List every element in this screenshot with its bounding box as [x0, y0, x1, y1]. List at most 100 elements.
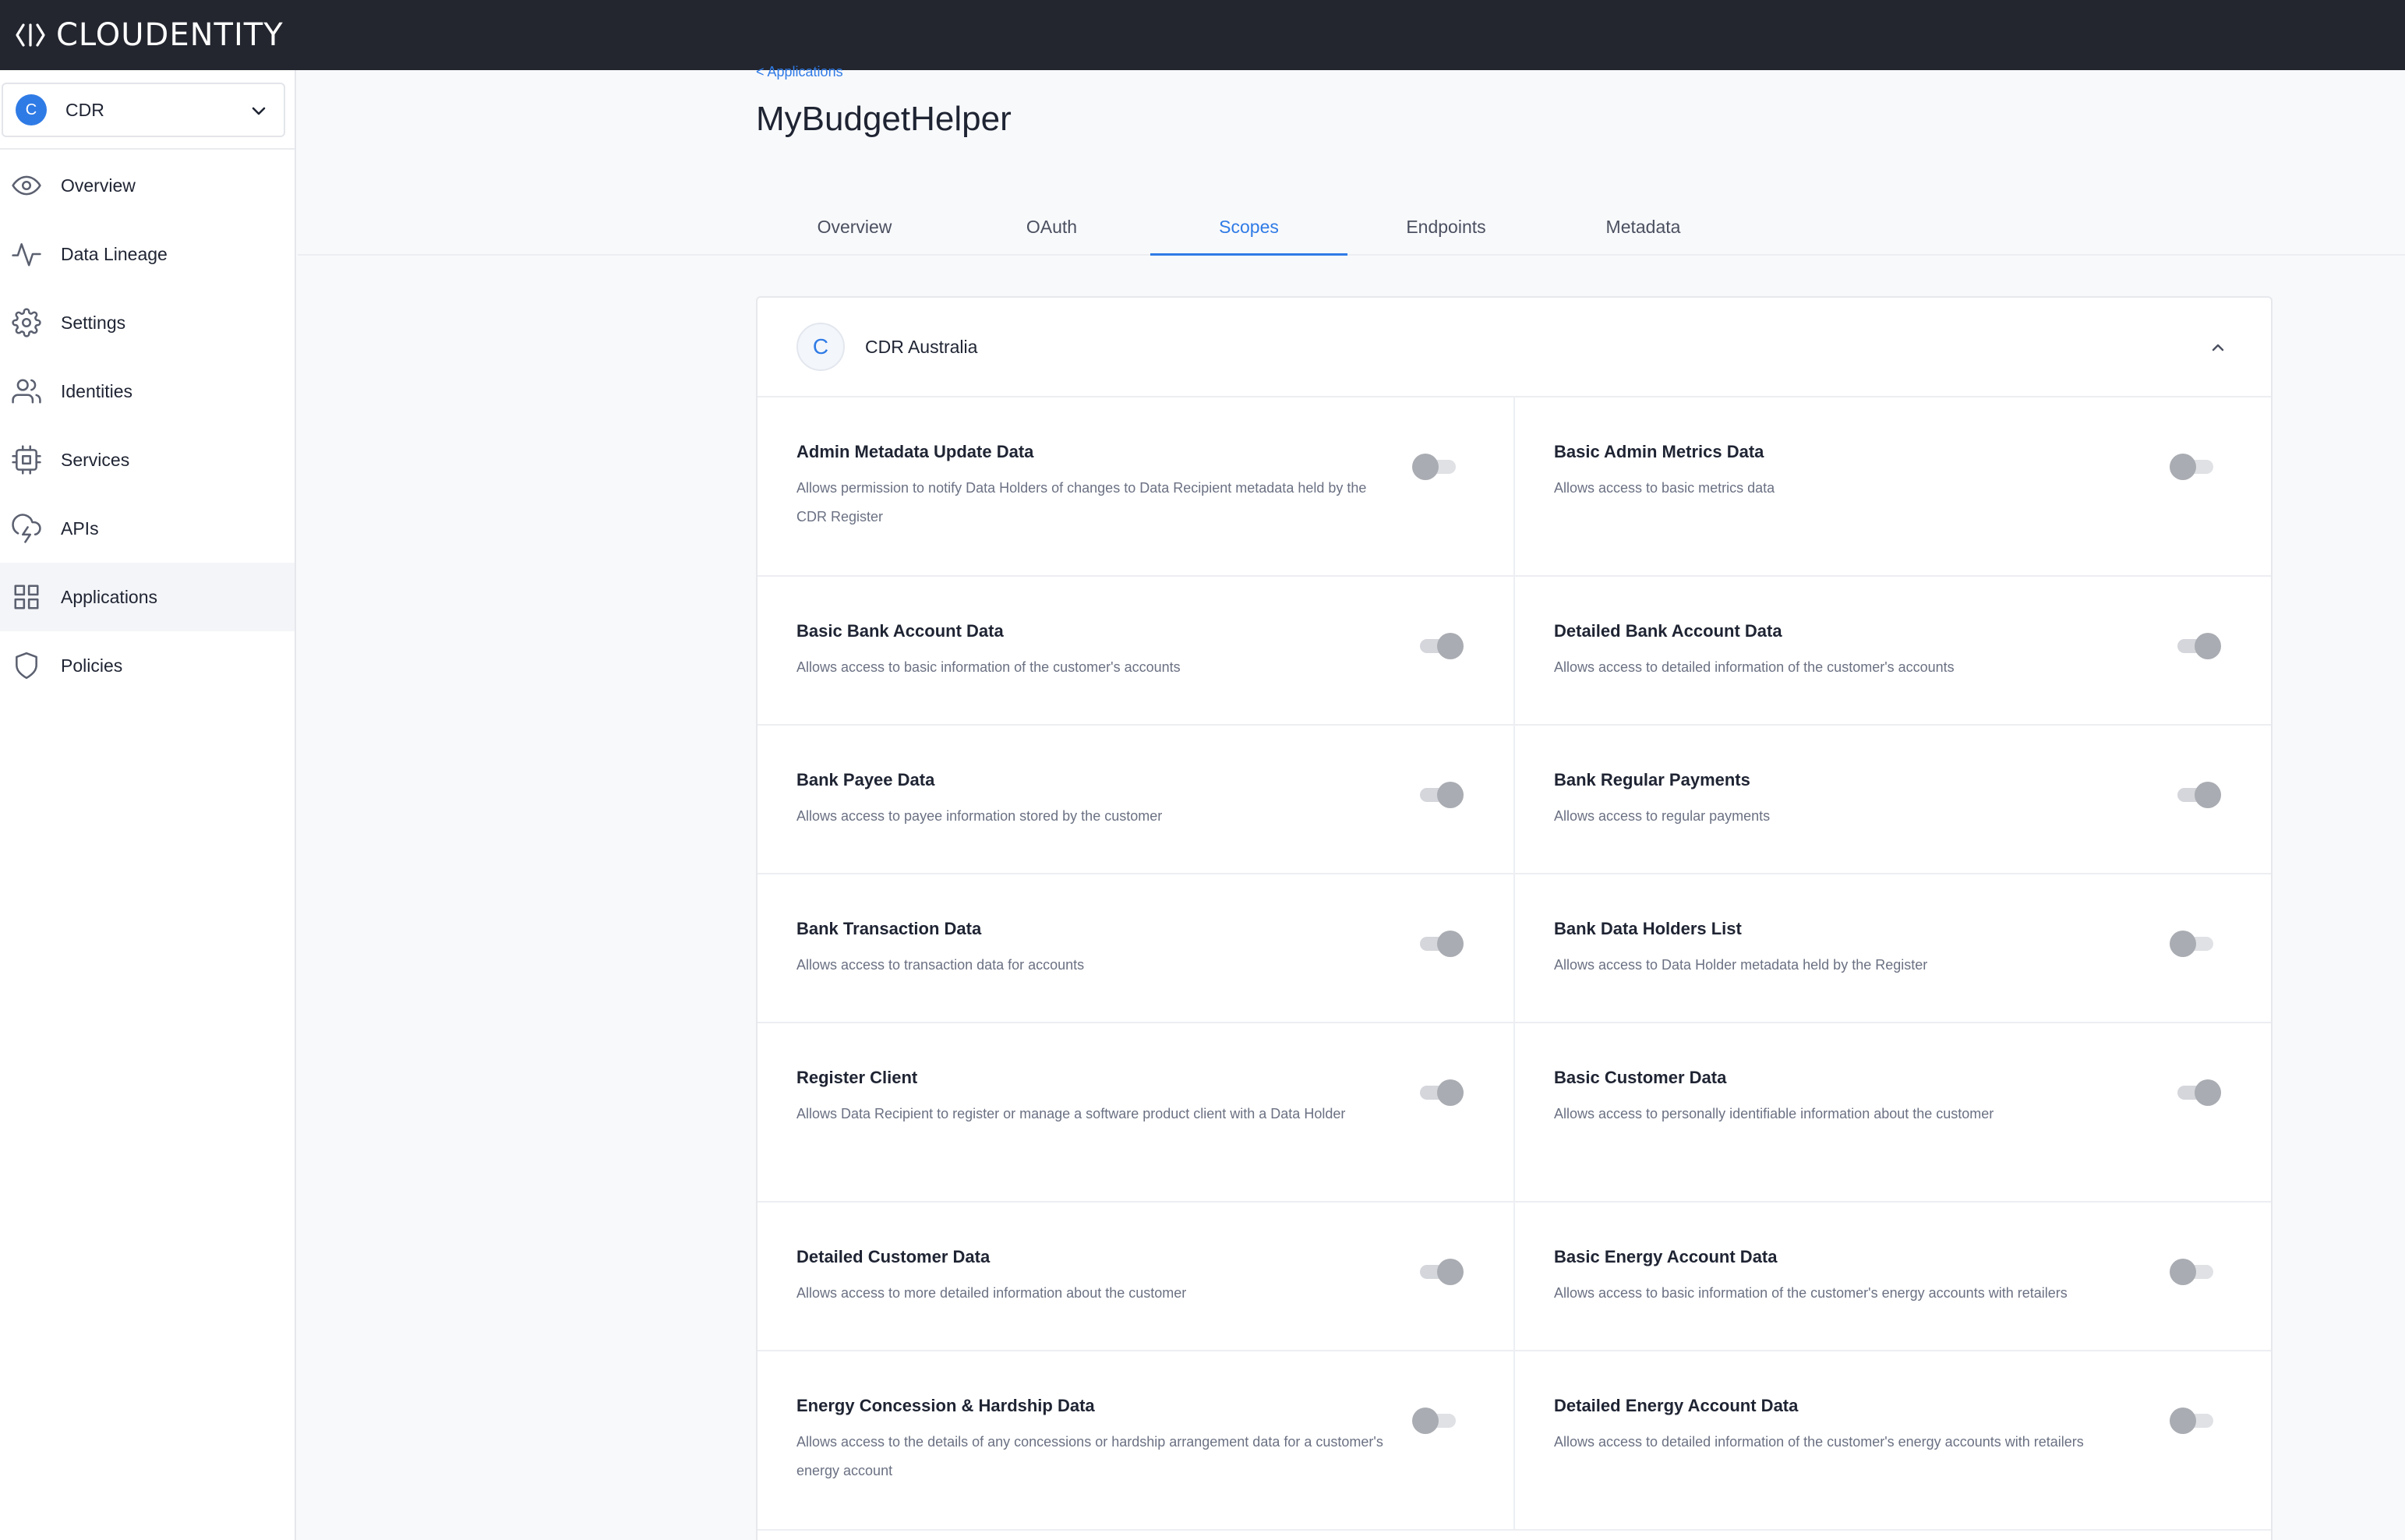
scope-toggle[interactable]: [2174, 1076, 2221, 1107]
scope-toggle[interactable]: [1412, 450, 1459, 482]
scope-name: Bank Payee Data: [796, 770, 935, 789]
scope-description: Allows access to regular payments: [1554, 808, 1771, 824]
scope-name: Detailed Energy Account Data: [1554, 1396, 1799, 1415]
sidebar-item-label: APIs: [61, 517, 99, 539]
scope-description: Allows access to personally identifiable…: [1554, 1106, 1994, 1121]
scope-toggle[interactable]: [1417, 927, 1464, 959]
scope-toggle[interactable]: [1417, 1076, 1464, 1107]
sidebar-divider: [0, 148, 295, 150]
scope-description: Allows access to detailed information of…: [1554, 1434, 2084, 1450]
scope-toggle[interactable]: [2170, 1256, 2216, 1287]
scope-name: Energy Concession & Hardship Data: [796, 1396, 1095, 1415]
scope-toggle[interactable]: [2170, 1404, 2216, 1436]
scope-item: Bank Data Holders List Allows access to …: [1515, 874, 2271, 1023]
tab-oauth[interactable]: OAuth: [953, 198, 1150, 256]
scope-toggle[interactable]: [2170, 450, 2216, 482]
grid-icon: [11, 581, 42, 613]
scope-description: Allows access to basic information of th…: [796, 659, 1181, 675]
scope-item: Basic Customer Data Allows access to per…: [1515, 1023, 2271, 1203]
scope-item: Detailed Customer Data Allows access to …: [758, 1203, 1515, 1351]
scope-description: Allows Data Recipient to register or man…: [796, 1106, 1346, 1121]
card-header[interactable]: C CDR Australia: [758, 298, 2271, 397]
scope-toggle[interactable]: [2170, 927, 2216, 959]
sidebar-item-applications[interactable]: Applications: [0, 563, 295, 631]
scope-description: Allows access to basic information of th…: [1554, 1285, 2068, 1301]
shield-icon: [11, 650, 42, 681]
users-icon: [11, 376, 42, 407]
scope-item: Basic Energy Account Data Allows access …: [1515, 1203, 2271, 1351]
scope-name: Basic Admin Metrics Data: [1554, 442, 1764, 461]
scope-item: Admin Metadata Update Data Allows permis…: [758, 397, 1515, 577]
sidebar-item-label: Applications: [61, 586, 158, 607]
activity-icon: [11, 238, 42, 270]
tab-overview[interactable]: Overview: [756, 198, 953, 256]
scope-description: Allows access to detailed information of…: [1554, 659, 1955, 675]
scope-name: Basic Bank Account Data: [796, 621, 1004, 641]
sidebar-item-settings[interactable]: Settings: [0, 288, 295, 357]
sidebar-item-identities[interactable]: Identities: [0, 357, 295, 426]
chevron-up-icon[interactable]: [2209, 338, 2227, 357]
page-title: MyBudgetHelper: [756, 100, 1012, 138]
breadcrumb-applications-link[interactable]: < Applications: [756, 64, 843, 80]
cloud-lightning-icon: [11, 513, 42, 544]
tab-endpoints[interactable]: Endpoints: [1347, 198, 1545, 256]
scope-name: Bank Regular Payments: [1554, 770, 1750, 789]
tenant-name: CDR: [65, 99, 104, 120]
scope-item: Bank Payee Data Allows access to payee i…: [758, 726, 1515, 874]
sidebar-item-apis[interactable]: APIs: [0, 494, 295, 563]
service-avatar: C: [796, 323, 845, 371]
scope-name: Bank Transaction Data: [796, 919, 982, 938]
scope-name: Detailed Bank Account Data: [1554, 621, 1782, 641]
cloudentity-logo-icon: [16, 23, 45, 47]
scopes-card: C CDR Australia Admin Metadata Update Da…: [756, 296, 2273, 1540]
sidebar-item-data-lineage[interactable]: Data Lineage: [0, 220, 295, 288]
scope-toggle[interactable]: [2174, 630, 2221, 661]
chevron-down-icon: [252, 107, 266, 115]
scope-description: Allows access to transaction data for ac…: [796, 957, 1085, 973]
tenant-selector[interactable]: C CDR: [2, 83, 285, 137]
scope-description: Allows access to the details of any conc…: [796, 1434, 1383, 1478]
sidebar-item-overview[interactable]: Overview: [0, 151, 295, 220]
eye-icon: [11, 170, 42, 201]
sidebar-item-label: Services: [61, 449, 130, 470]
service-title: CDR Australia: [865, 336, 978, 357]
scope-name: Register Client: [796, 1068, 918, 1087]
top-bar: CLOUDENTITY: [0, 0, 2405, 70]
scope-item: Register Client Allows Data Recipient to…: [758, 1023, 1515, 1203]
brand-logo[interactable]: CLOUDENTITY: [14, 17, 284, 53]
sidebar-nav: Overview Data Lineage Settings Identitie…: [0, 151, 295, 700]
sidebar-item-services[interactable]: Services: [0, 426, 295, 494]
tenant-avatar: C: [16, 94, 47, 125]
scope-item: Basic Admin Metrics Data Allows access t…: [1515, 397, 2271, 577]
sidebar-item-label: Data Lineage: [61, 243, 168, 264]
scope-name: Basic Customer Data: [1554, 1068, 1727, 1087]
scope-item: Energy Concession & Hardship Data Allows…: [758, 1351, 1515, 1531]
scope-item: Bank Transaction Data Allows access to t…: [758, 874, 1515, 1023]
scope-description: Allows access to payee information store…: [796, 808, 1163, 824]
scope-item: Detailed Bank Account Data Allows access…: [1515, 577, 2271, 726]
scope-item: Detailed Energy Account Data Allows acce…: [1515, 1351, 2271, 1531]
sidebar-item-label: Identities: [61, 380, 133, 401]
scope-toggle[interactable]: [1417, 630, 1464, 661]
tab-metadata[interactable]: Metadata: [1545, 198, 1742, 256]
sidebar-item-label: Overview: [61, 175, 136, 196]
scope-toggle[interactable]: [2174, 779, 2221, 810]
scope-item: Bank Regular Payments Allows access to r…: [1515, 726, 2271, 874]
scope-description: Allows access to more detailed informati…: [796, 1285, 1187, 1301]
scope-item: Basic Bank Account Data Allows access to…: [758, 577, 1515, 726]
scope-toggle[interactable]: [1417, 779, 1464, 810]
scope-name: Basic Energy Account Data: [1554, 1247, 1778, 1266]
scope-toggle[interactable]: [1417, 1256, 1464, 1287]
tab-bar: Overview OAuth Scopes Endpoints Metadata: [756, 198, 1743, 256]
scope-description: Allows access to Data Holder metadata he…: [1554, 957, 1928, 973]
tab-scopes[interactable]: Scopes: [1150, 198, 1347, 256]
scope-name: Detailed Customer Data: [796, 1247, 991, 1266]
sidebar-item-label: Settings: [61, 312, 126, 333]
scope-description: Allows access to basic metrics data: [1554, 480, 1775, 496]
scope-toggle[interactable]: [1412, 1404, 1459, 1436]
scope-description: Allows permission to notify Data Holders…: [796, 480, 1367, 525]
sidebar-item-policies[interactable]: Policies: [0, 631, 295, 700]
sidebar: C CDR Overview Data Lineage Settings Ide…: [0, 70, 296, 1540]
brand-name: CLOUDENTITY: [56, 17, 284, 53]
scope-name: Admin Metadata Update Data: [796, 442, 1034, 461]
